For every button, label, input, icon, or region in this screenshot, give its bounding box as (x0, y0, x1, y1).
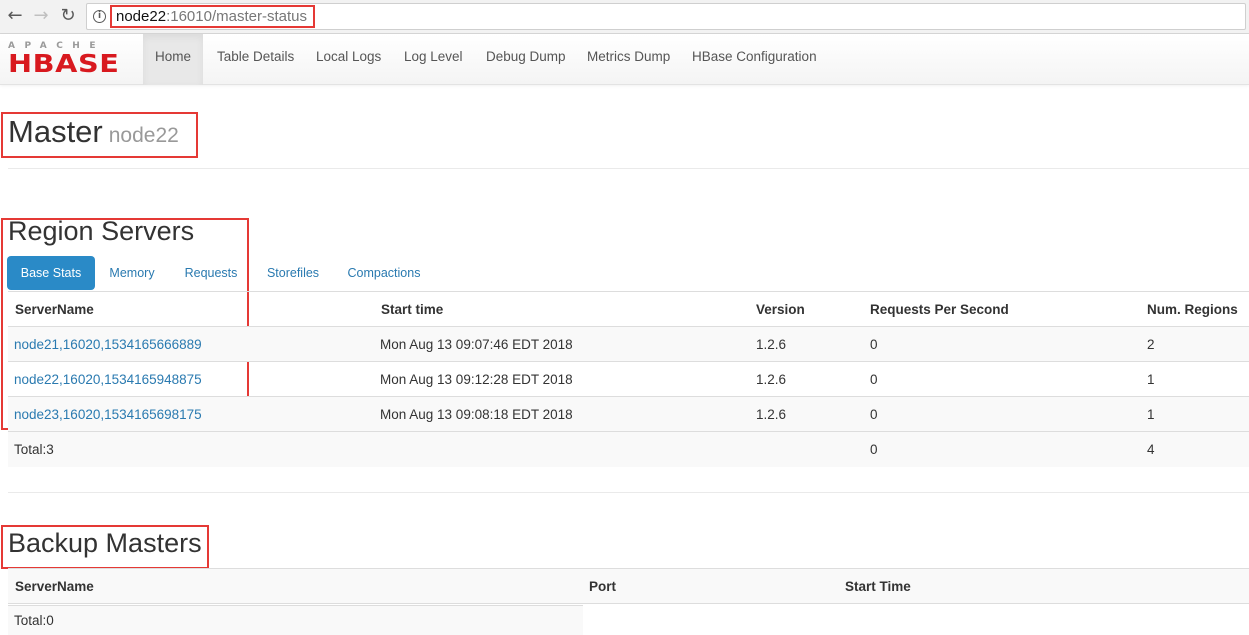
backup-masters-title: Backup Masters (8, 528, 202, 558)
nav-debug-dump[interactable]: Debug Dump (486, 34, 566, 85)
nav-hbase-configuration[interactable]: HBase Configuration (692, 34, 817, 85)
version-cell: 1.2.6 (756, 407, 787, 422)
server-link[interactable]: node23,16020,1534165698175 (14, 407, 202, 422)
site-info-icon[interactable]: i (93, 10, 106, 23)
hbase-logo[interactable]: APACHE HBASE (8, 41, 130, 79)
col-server-name: ServerName (15, 579, 94, 594)
col-server-name: ServerName (15, 302, 94, 317)
back-arrow-icon[interactable]: ← (5, 6, 25, 26)
address-bar[interactable]: i node22:16010/master-status (86, 3, 1246, 30)
nav-table-details[interactable]: Table Details (217, 34, 294, 85)
master-host: node22 (108, 124, 179, 147)
page-title: Master node22 (8, 114, 179, 150)
start-time-cell: Mon Aug 13 09:07:46 EDT 2018 (380, 337, 573, 352)
forward-arrow-icon[interactable]: → (31, 6, 51, 26)
version-cell: 1.2.6 (756, 337, 787, 352)
url-text[interactable]: node22:16010/master-status (110, 5, 315, 28)
nav-metrics-dump[interactable]: Metrics Dump (587, 34, 670, 85)
url-host: node22 (116, 8, 167, 25)
rps-cell: 0 (870, 407, 878, 422)
master-label: Master (8, 114, 103, 149)
regions-cell: 1 (1147, 372, 1155, 387)
region-servers-header-row: ServerName Start time Version Requests P… (8, 292, 1249, 327)
tab-compactions[interactable]: Compactions (338, 256, 430, 290)
table-row: node23,16020,1534165698175 Mon Aug 13 09… (8, 397, 1249, 432)
total-count: Total:3 (14, 442, 54, 457)
col-port: Port (589, 579, 616, 594)
regions-cell: 2 (1147, 337, 1155, 352)
reload-icon[interactable]: ↻ (58, 6, 78, 26)
tab-memory[interactable]: Memory (98, 256, 166, 290)
col-start-time: Start time (381, 302, 444, 317)
tab-requests[interactable]: Requests (174, 256, 248, 290)
col-requests-per-second: Requests Per Second (870, 302, 1009, 317)
backup-masters-header-row: ServerName Port Start Time (8, 569, 1249, 604)
nav-home[interactable]: Home (143, 34, 203, 85)
table-row: node22,16020,1534165948875 Mon Aug 13 09… (8, 362, 1249, 397)
total-row: Total:3 0 4 (8, 432, 1249, 467)
rps-cell: 0 (870, 372, 878, 387)
browser-toolbar: ← → ↻ i node22:16010/master-status (0, 0, 1249, 34)
version-cell: 1.2.6 (756, 372, 787, 387)
total-regions: 4 (1147, 442, 1155, 457)
table-row: node21,16020,1534165666889 Mon Aug 13 09… (8, 327, 1249, 362)
server-link[interactable]: node21,16020,1534165666889 (14, 337, 202, 352)
divider (8, 168, 1249, 169)
col-version: Version (756, 302, 805, 317)
nav-local-logs[interactable]: Local Logs (316, 34, 381, 85)
server-link[interactable]: node22,16020,1534165948875 (14, 372, 202, 387)
col-start-time: Start Time (845, 579, 911, 594)
total-row: Total:0 (8, 605, 583, 635)
start-time-cell: Mon Aug 13 09:08:18 EDT 2018 (380, 407, 573, 422)
rps-cell: 0 (870, 337, 878, 352)
col-num-regions: Num. Regions (1147, 302, 1238, 317)
url-path: :16010/master-status (166, 8, 307, 25)
divider (8, 492, 1249, 493)
total-count: Total:0 (14, 613, 54, 628)
regions-cell: 1 (1147, 407, 1155, 422)
tab-storefiles[interactable]: Storefiles (255, 256, 331, 290)
tab-base-stats[interactable]: Base Stats (7, 256, 95, 290)
start-time-cell: Mon Aug 13 09:12:28 EDT 2018 (380, 372, 573, 387)
region-servers-title: Region Servers (8, 216, 195, 246)
nav-log-level[interactable]: Log Level (404, 34, 463, 85)
logo-hbase-text: HBASE (8, 49, 120, 78)
top-navbar: APACHE HBASE Home Table Details Local Lo… (0, 34, 1249, 85)
total-rps: 0 (870, 442, 878, 457)
